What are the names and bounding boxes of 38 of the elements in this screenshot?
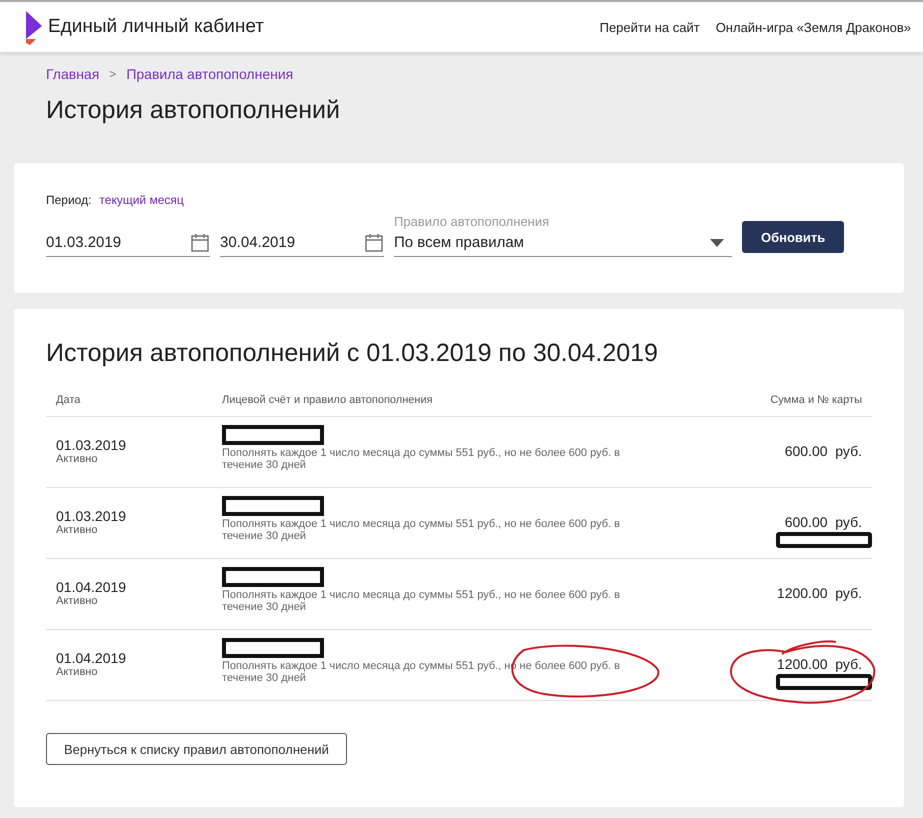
dropdown-caret-icon <box>710 238 724 246</box>
back-button[interactable]: Вернуться к списку правил автопополнений <box>46 733 347 765</box>
page-title: История автопополнений <box>46 96 341 125</box>
calendar-icon <box>190 232 210 252</box>
site-title: Единый личный кабинет <box>48 16 264 38</box>
column-header: Лицевой счёт и правило автопополнения <box>222 394 434 406</box>
history-title: История автопополнений с 01.03.2019 по 30.04.2019 <box>46 339 659 368</box>
row-status: Активно <box>56 666 98 678</box>
period-label: Период: <box>46 193 92 207</box>
row-date: 01.04.2019 <box>56 579 128 595</box>
date-field[interactable]: 01.03.2019 <box>46 231 210 257</box>
row-status: Активно <box>56 453 98 465</box>
row-status: Активно <box>56 524 98 536</box>
row-amount: 600.00 руб. <box>784 514 862 530</box>
logo-icon <box>24 9 44 45</box>
rule-description: Пополнять каждое 1 число месяца до суммы 551 руб., но не более 600 руб. в течение 30 дней <box>222 518 621 542</box>
date-field[interactable]: 30.04.2019 <box>220 231 384 257</box>
row-date: 01.04.2019 <box>56 650 128 666</box>
row-amount: 1200.00 руб. <box>776 585 862 601</box>
column-header: Дата <box>56 394 82 406</box>
header-link[interactable]: Онлайн-игра «Земля Драконов» <box>716 20 911 34</box>
row-amount: 1200.00 руб. <box>776 656 862 672</box>
row-amount: 600.00 руб. <box>784 443 862 459</box>
calendar-icon <box>364 232 384 252</box>
rule-description: Пополнять каждое 1 число месяца до суммы 551 руб., но не более 600 руб. в течение 30 дней <box>222 589 621 613</box>
period-link[interactable]: текущий месяц <box>99 193 184 207</box>
breadcrumb-separator: > <box>109 67 116 81</box>
row-date: 01.03.2019 <box>56 508 128 524</box>
rule-description: Пополнять каждое 1 число месяца до суммы 551 руб., но не более 600 руб. в течение 30 дней <box>222 447 621 471</box>
column-header: Сумма и № карты <box>769 394 862 406</box>
breadcrumb-link[interactable]: Главная <box>46 66 100 82</box>
row-date: 01.03.2019 <box>56 437 128 453</box>
select-label: Правило автопополнения <box>394 214 550 229</box>
header-link[interactable]: Перейти на сайт <box>600 20 700 34</box>
breadcrumb-link[interactable]: Правила автопополнения <box>126 66 294 82</box>
row-status: Активно <box>56 595 98 607</box>
rule-select[interactable]: По всем правилам <box>394 231 732 257</box>
refresh-button[interactable]: Обновить <box>742 221 844 253</box>
